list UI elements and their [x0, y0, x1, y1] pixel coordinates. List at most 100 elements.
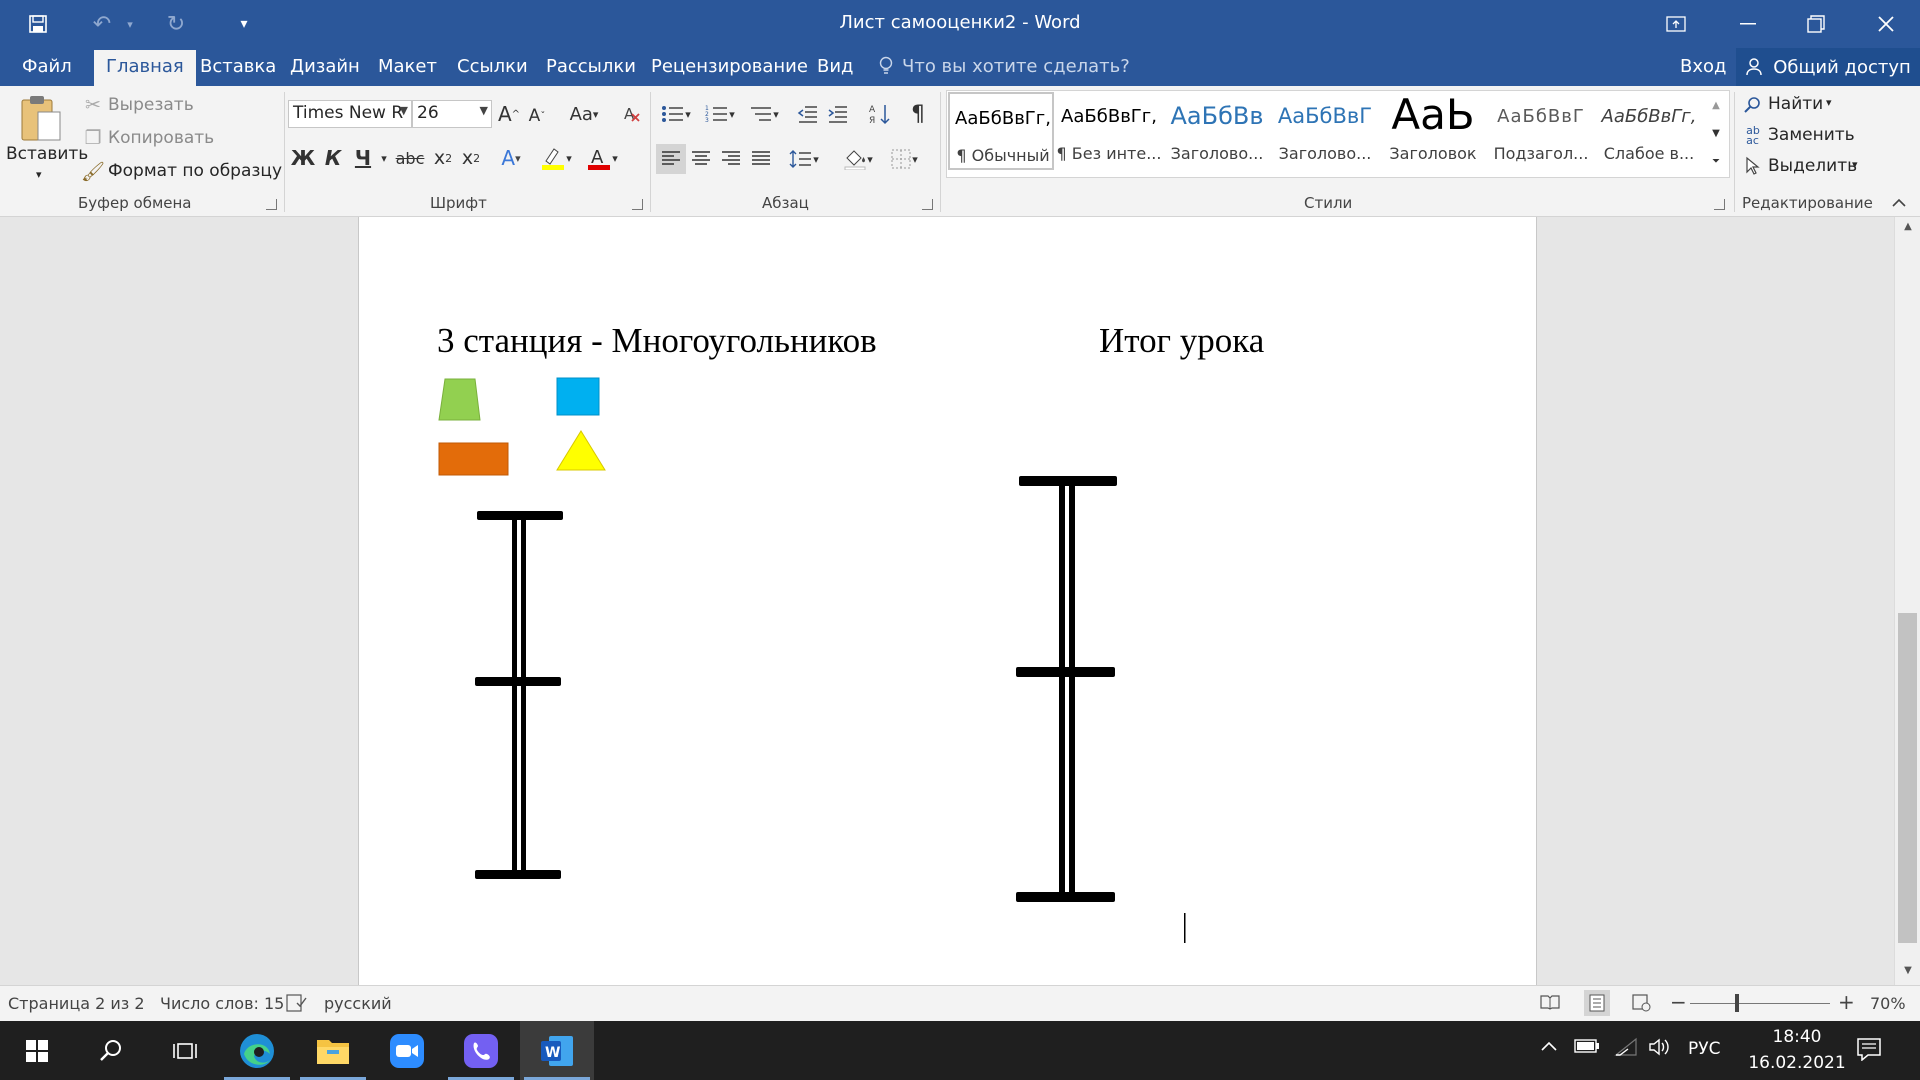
tell-me-input[interactable]: Что вы хотите сделать?	[902, 56, 1130, 77]
strikethrough-button[interactable]: abc	[394, 144, 426, 172]
right-assessment-ladder[interactable]	[1016, 476, 1117, 902]
print-layout-icon[interactable]	[1584, 990, 1610, 1016]
decrease-indent-icon[interactable]	[794, 100, 822, 128]
grow-font-icon[interactable]: A ^	[496, 100, 522, 128]
select-dropdown-icon[interactable]: ▾	[1852, 158, 1858, 171]
underline-dropdown-icon[interactable]: ▾	[378, 148, 390, 168]
word-icon[interactable]: W	[520, 1021, 594, 1080]
gallery-up-icon[interactable]: ▲	[1706, 92, 1726, 118]
text-effects-icon[interactable]: A ▾	[494, 144, 528, 172]
font-launcher-icon[interactable]	[632, 199, 643, 210]
font-size-select[interactable]: 26 ▼	[412, 100, 492, 128]
minimize-button[interactable]	[1714, 0, 1782, 48]
line-spacing-icon[interactable]: ▾	[784, 144, 824, 174]
style-subtle-emphasis[interactable]: АаБбВвГг, Слабое в...	[1596, 92, 1702, 170]
font-family-select[interactable]: Times New R ▼	[288, 100, 412, 128]
input-language[interactable]: РУС	[1688, 1039, 1720, 1059]
tab-insert[interactable]: Вставка	[200, 56, 276, 77]
windows-start-icon[interactable]	[0, 1021, 74, 1080]
gallery-down-icon[interactable]: ▼	[1706, 120, 1726, 146]
task-view-icon[interactable]	[148, 1021, 222, 1080]
green-trapezoid[interactable]	[438, 378, 481, 421]
zoom-slider-track[interactable]	[1690, 1003, 1830, 1004]
read-mode-icon[interactable]	[1540, 994, 1560, 1014]
underline-button[interactable]: Ч	[350, 144, 376, 172]
ribbon-display-icon[interactable]	[1642, 0, 1710, 48]
styles-launcher-icon[interactable]	[1714, 199, 1725, 210]
replace-button[interactable]: Заменить	[1768, 125, 1855, 145]
clock-date[interactable]: 16.02.2021	[1744, 1053, 1850, 1073]
battery-icon[interactable]	[1574, 1038, 1600, 1059]
increase-indent-icon[interactable]	[824, 100, 852, 128]
tab-mailings[interactable]: Рассылки	[546, 56, 636, 77]
word-count[interactable]: Число слов: 15	[160, 994, 284, 1013]
zoom-in-icon[interactable]: +	[1838, 990, 1855, 1014]
find-dropdown-icon[interactable]: ▾	[1826, 96, 1832, 109]
zoom-level[interactable]: 70%	[1870, 994, 1906, 1013]
wifi-icon[interactable]	[1614, 1037, 1638, 1062]
italic-button[interactable]: К	[320, 144, 346, 172]
proofing-icon[interactable]	[286, 994, 308, 1016]
clock-time[interactable]: 18:40	[1760, 1027, 1834, 1047]
select-button[interactable]: Выделить	[1768, 156, 1857, 176]
style-heading-1[interactable]: АаБбВв Заголово...	[1164, 92, 1270, 170]
borders-icon[interactable]: ▾	[884, 144, 924, 174]
gallery-more-icon[interactable]: ⏷	[1706, 148, 1726, 174]
volume-icon[interactable]	[1648, 1037, 1672, 1062]
change-case-button[interactable]: Aa ▾	[562, 100, 606, 128]
tab-file[interactable]: Файл	[22, 56, 72, 77]
align-left-icon[interactable]	[656, 144, 686, 174]
web-layout-icon[interactable]	[1632, 994, 1652, 1016]
paragraph-launcher-icon[interactable]	[922, 199, 933, 210]
style-no-spacing[interactable]: АаБбВвГг, ¶ Без инте...	[1056, 92, 1162, 170]
superscript-icon[interactable]: x2	[458, 144, 484, 172]
show-formatting-marks-icon[interactable]: ¶	[904, 100, 932, 128]
tab-home[interactable]: Главная	[94, 50, 196, 86]
yellow-triangle[interactable]	[556, 430, 606, 471]
sort-icon[interactable]: AЯ	[866, 100, 894, 128]
format-painter-button[interactable]: Формат по образцу	[108, 161, 282, 181]
tab-view[interactable]: Вид	[817, 56, 854, 77]
share-button[interactable]: Общий доступ	[1736, 48, 1920, 86]
clear-formatting-icon[interactable]: A	[618, 100, 646, 128]
close-button[interactable]	[1852, 0, 1920, 48]
style-title[interactable]: АаЬ Заголовок	[1380, 92, 1486, 170]
scroll-up-icon[interactable]: ▲	[1899, 221, 1917, 237]
search-icon[interactable]	[74, 1021, 148, 1080]
numbering-icon[interactable]: 1 2 3 ▾	[700, 100, 740, 128]
edge-icon[interactable]	[220, 1021, 294, 1080]
scroll-down-icon[interactable]: ▼	[1899, 965, 1917, 981]
vertical-scrollbar[interactable]: ▲ ▼	[1894, 217, 1920, 985]
font-color-icon[interactable]: A ▾	[582, 144, 622, 172]
page-count[interactable]: Страница 2 из 2	[8, 994, 145, 1013]
cut-button[interactable]: Вырезать	[108, 95, 194, 115]
tab-layout[interactable]: Макет	[378, 56, 437, 77]
zoom-slider-thumb[interactable]	[1734, 994, 1739, 1012]
multilevel-list-icon[interactable]: ▾	[744, 100, 784, 128]
shrink-font-icon[interactable]: Aˇ	[524, 102, 550, 130]
align-center-icon[interactable]	[686, 144, 716, 174]
language-status[interactable]: русский	[324, 994, 392, 1013]
left-assessment-ladder[interactable]	[475, 511, 563, 879]
copy-button[interactable]: Копировать	[108, 128, 214, 148]
style-subtitle[interactable]: АаБбВвГ Подзагол...	[1488, 92, 1594, 170]
paste-dropdown-icon[interactable]: ▾	[36, 168, 42, 181]
bullets-icon[interactable]: ▾	[656, 100, 696, 128]
zoom-icon[interactable]	[370, 1021, 444, 1080]
file-explorer-icon[interactable]	[296, 1021, 370, 1080]
show-hidden-icons-icon[interactable]	[1540, 1037, 1558, 1057]
subscript-icon[interactable]: x2	[430, 144, 456, 172]
clipboard-launcher-icon[interactable]	[266, 199, 277, 210]
restore-button[interactable]	[1782, 0, 1850, 48]
collapse-ribbon-icon[interactable]	[1886, 192, 1912, 214]
sign-in-link[interactable]: Вход	[1680, 56, 1726, 77]
document-page[interactable]: 3 станция - Многоугольников Итог урока	[358, 217, 1537, 985]
zoom-out-icon[interactable]: −	[1670, 990, 1687, 1014]
style-normal[interactable]: АаБбВвГг, ¶ Обычный	[948, 92, 1054, 170]
notifications-icon[interactable]	[1856, 1037, 1882, 1066]
bold-button[interactable]: Ж	[290, 144, 316, 172]
justify-icon[interactable]	[746, 144, 776, 174]
scroll-thumb[interactable]	[1898, 613, 1917, 943]
shading-icon[interactable]: ▾	[838, 144, 878, 174]
align-right-icon[interactable]	[716, 144, 746, 174]
